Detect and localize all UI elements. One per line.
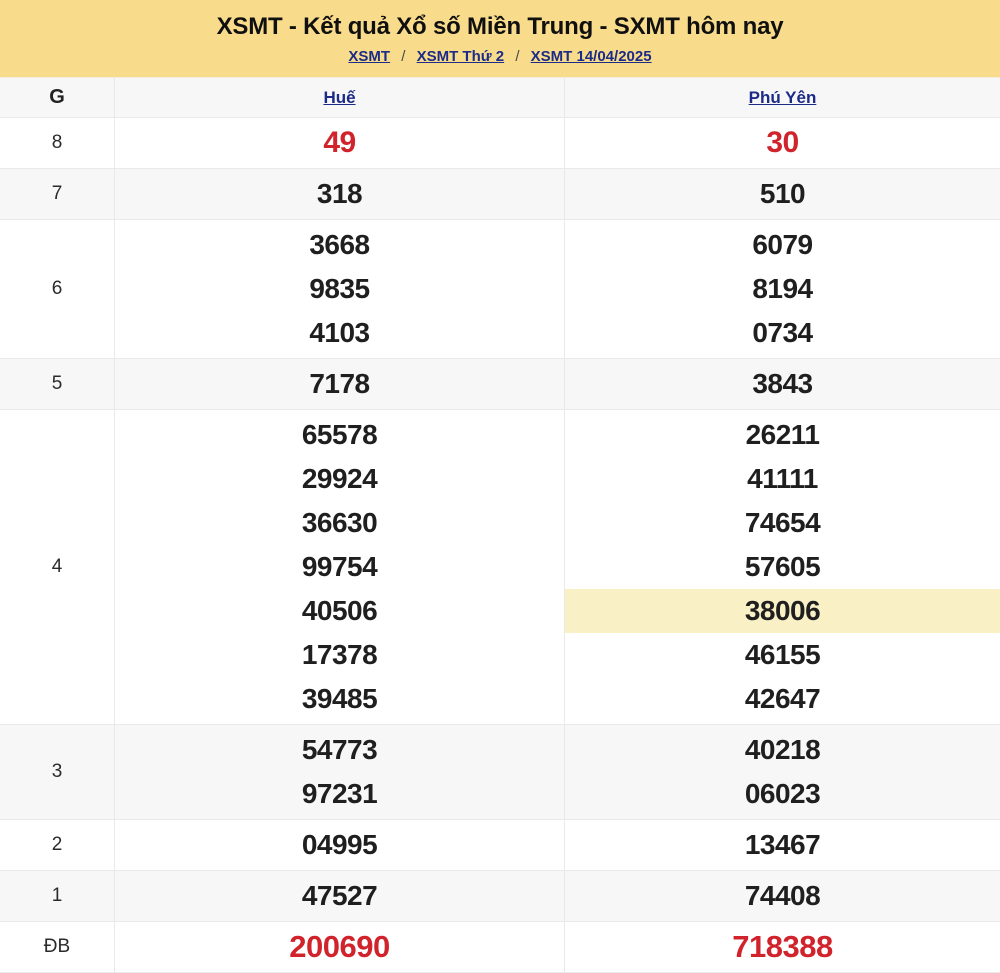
table-row: 1 4752774408 xyxy=(0,871,1000,922)
number-value[interactable]: 65578 xyxy=(115,413,564,457)
prize-label: 1 xyxy=(52,885,63,907)
table-row: 3 54773972314021806023 xyxy=(0,725,1000,820)
breadcrumb-separator: / xyxy=(515,48,519,65)
numbers-cell-phuyen: 3843 xyxy=(565,359,1000,409)
number-value[interactable]: 38006 xyxy=(565,589,1000,633)
hue-link[interactable]: Huế xyxy=(323,88,355,108)
number-value[interactable]: 3843 xyxy=(565,362,1000,406)
number-value[interactable]: 510 xyxy=(565,172,1000,216)
prize-label: 7 xyxy=(52,183,63,205)
prize-label-cell: 8 xyxy=(0,118,115,168)
numbers-cell-phuyen: 718388 xyxy=(565,922,1000,972)
number-value[interactable]: 49 xyxy=(115,121,564,165)
number-value[interactable]: 42647 xyxy=(565,677,1000,721)
prize-label-cell: 1 xyxy=(0,871,115,921)
number-value[interactable]: 36630 xyxy=(115,501,564,545)
numbers-cell-phuyen: 26211411117465457605380064615542647 xyxy=(565,410,1000,724)
numbers-cell-hue: 200690 xyxy=(115,922,565,972)
prize-label-cell: 2 xyxy=(0,820,115,870)
prize-label-cell: 5 xyxy=(0,359,115,409)
number-value[interactable]: 6079 xyxy=(565,223,1000,267)
number-value[interactable]: 40218 xyxy=(565,728,1000,772)
prize-column-header: G xyxy=(0,78,115,117)
number-value[interactable]: 54773 xyxy=(115,728,564,772)
number-value[interactable]: 06023 xyxy=(565,772,1000,816)
prize-label-cell: ĐB xyxy=(0,922,115,972)
numbers-cell-hue: 318 xyxy=(115,169,565,219)
numbers-cell-hue: 7178 xyxy=(115,359,565,409)
numbers-cell-hue: 65578299243663099754405061737839485 xyxy=(115,410,565,724)
prize-label: 5 xyxy=(52,373,63,395)
number-value[interactable]: 318 xyxy=(115,172,564,216)
table-row: 8 4930 xyxy=(0,118,1000,169)
numbers-cell-phuyen: 607981940734 xyxy=(565,220,1000,358)
number-value[interactable]: 9835 xyxy=(115,267,564,311)
table-row: 6 366898354103607981940734 xyxy=(0,220,1000,359)
number-value[interactable]: 39485 xyxy=(115,677,564,721)
breadcrumb-link-xsmt-thu-2[interactable]: XSMT Thứ 2 xyxy=(417,48,505,65)
header-banner: XSMT - Kết quả Xổ số Miền Trung - SXMT h… xyxy=(0,0,1000,77)
number-value[interactable]: 30 xyxy=(565,121,1000,165)
numbers-cell-hue: 5477397231 xyxy=(115,725,565,819)
results-table-body: 8 4930 7 318510 6 366898354103607981940734 5 71… xyxy=(0,118,1000,973)
table-row: ĐB 200690718388 xyxy=(0,922,1000,973)
number-value[interactable]: 200690 xyxy=(115,925,564,969)
number-value[interactable]: 04995 xyxy=(115,823,564,867)
prize-label: 2 xyxy=(52,834,63,856)
numbers-cell-phuyen: 510 xyxy=(565,169,1000,219)
table-row: 5 71783843 xyxy=(0,359,1000,410)
number-value[interactable]: 97231 xyxy=(115,772,564,816)
column-header-phu-yen: Phú Yên xyxy=(565,78,1000,117)
number-value[interactable]: 74654 xyxy=(565,501,1000,545)
prize-label: ĐB xyxy=(44,936,70,958)
page: XSMT - Kết quả Xổ số Miền Trung - SXMT h… xyxy=(0,0,1000,973)
number-value[interactable]: 40506 xyxy=(115,589,564,633)
prize-label-cell: 7 xyxy=(0,169,115,219)
prize-label-cell: 6 xyxy=(0,220,115,358)
number-value[interactable]: 46155 xyxy=(565,633,1000,677)
number-value[interactable]: 0734 xyxy=(565,311,1000,355)
number-value[interactable]: 8194 xyxy=(565,267,1000,311)
numbers-cell-hue: 47527 xyxy=(115,871,565,921)
prize-label-cell: 3 xyxy=(0,725,115,819)
number-value[interactable]: 4103 xyxy=(115,311,564,355)
number-value[interactable]: 13467 xyxy=(565,823,1000,867)
number-value[interactable]: 99754 xyxy=(115,545,564,589)
number-value[interactable]: 26211 xyxy=(565,413,1000,457)
prize-label: 3 xyxy=(52,761,63,783)
numbers-cell-phuyen: 13467 xyxy=(565,820,1000,870)
results-table: G Huế Phú Yên 84930731851063668983541036… xyxy=(0,77,1000,973)
numbers-cell-phuyen: 30 xyxy=(565,118,1000,168)
numbers-cell-hue: 366898354103 xyxy=(115,220,565,358)
number-value[interactable]: 47527 xyxy=(115,874,564,918)
numbers-cell-phuyen: 4021806023 xyxy=(565,725,1000,819)
page-title: XSMT - Kết quả Xổ số Miền Trung - SXMT h… xyxy=(0,13,1000,41)
breadcrumb-link-xsmt-date[interactable]: XSMT 14/04/2025 xyxy=(531,48,652,65)
phu-yen-link[interactable]: Phú Yên xyxy=(749,88,817,108)
prize-label-cell: 4 xyxy=(0,410,115,724)
breadcrumb-link-xsmt[interactable]: XSMT xyxy=(348,48,390,65)
number-value[interactable]: 17378 xyxy=(115,633,564,677)
prize-label: 4 xyxy=(52,556,63,578)
breadcrumb: XSMT / XSMT Thứ 2 / XSMT 14/04/2025 xyxy=(0,48,1000,65)
prize-label: 8 xyxy=(52,132,63,154)
table-header-row: G Huế Phú Yên xyxy=(0,78,1000,118)
number-value[interactable]: 74408 xyxy=(565,874,1000,918)
number-value[interactable]: 29924 xyxy=(115,457,564,501)
number-value[interactable]: 57605 xyxy=(565,545,1000,589)
number-value[interactable]: 718388 xyxy=(565,925,1000,969)
number-value[interactable]: 7178 xyxy=(115,362,564,406)
number-value[interactable]: 41111 xyxy=(565,457,1000,501)
breadcrumb-separator: / xyxy=(401,48,405,65)
prize-label: 6 xyxy=(52,278,63,300)
number-value[interactable]: 3668 xyxy=(115,223,564,267)
table-row: 4655782992436630997544050617378394852621… xyxy=(0,410,1000,725)
numbers-cell-hue: 04995 xyxy=(115,820,565,870)
numbers-cell-hue: 49 xyxy=(115,118,565,168)
column-header-hue: Huế xyxy=(115,78,565,117)
table-row: 2 0499513467 xyxy=(0,820,1000,871)
table-row: 7 318510 xyxy=(0,169,1000,220)
numbers-cell-phuyen: 74408 xyxy=(565,871,1000,921)
